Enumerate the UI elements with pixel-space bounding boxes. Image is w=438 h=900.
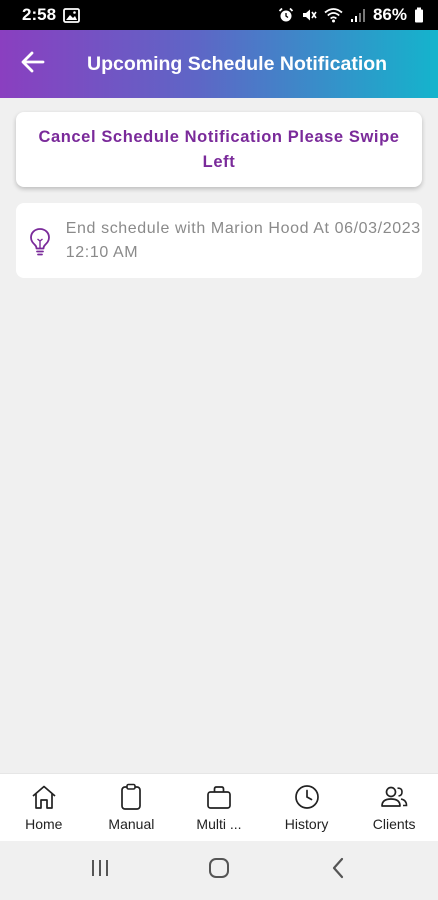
clipboard-icon	[119, 783, 143, 811]
mute-icon	[301, 7, 317, 23]
clock-icon	[294, 783, 320, 811]
chevron-left-icon	[331, 857, 345, 884]
wifi-icon	[324, 7, 343, 23]
back-button[interactable]	[0, 30, 66, 98]
app-bar: Upcoming Schedule Notification	[0, 30, 438, 98]
arrow-left-icon	[21, 51, 45, 78]
back-system-button[interactable]	[308, 851, 368, 891]
nav-item-history[interactable]: History	[263, 774, 351, 841]
alarm-icon	[278, 7, 294, 23]
notification-text: End schedule with Marion Hood At 06/03/2…	[65, 219, 421, 261]
home-icon	[30, 783, 58, 811]
swipe-instruction-text: Cancel Schedule Notification Please Swip…	[38, 127, 400, 171]
status-time: 2:58	[22, 5, 57, 24]
battery-icon	[414, 7, 424, 23]
nav-item-clients[interactable]: Clients	[350, 774, 438, 841]
status-right: 86%	[278, 5, 424, 25]
home-square-icon	[208, 857, 230, 884]
swipe-instruction-card: Cancel Schedule Notification Please Swip…	[16, 112, 422, 187]
nav-label-multi: Multi ...	[196, 816, 242, 832]
nav-item-home[interactable]: Home	[0, 774, 88, 841]
page-title: Upcoming Schedule Notification	[87, 52, 388, 75]
bottom-navigation: Home Manual Multi ... History Clients	[0, 773, 438, 841]
recent-apps-button[interactable]	[70, 851, 130, 891]
nav-item-multi[interactable]: Multi ...	[175, 774, 263, 841]
nav-label-manual: Manual	[108, 816, 155, 832]
nav-label-history: History	[284, 816, 329, 832]
recent-apps-icon	[90, 859, 110, 882]
schedule-notification-item[interactable]: End schedule with Marion Hood At 06/03/2…	[16, 203, 422, 278]
status-left: 2:58	[22, 5, 80, 25]
signal-icon	[350, 8, 366, 23]
home-system-button[interactable]	[189, 851, 249, 891]
users-icon	[379, 783, 409, 811]
system-navigation-bar	[0, 841, 438, 900]
gallery-icon	[63, 7, 80, 23]
nav-item-manual[interactable]: Manual	[88, 774, 176, 841]
nav-label-clients: Clients	[372, 816, 416, 832]
briefcase-icon	[205, 783, 233, 811]
battery-percent: 86%	[372, 5, 407, 24]
status-bar: 2:58 86%	[0, 0, 438, 30]
nav-label-home: Home	[25, 816, 63, 832]
lightbulb-icon	[16, 225, 64, 257]
